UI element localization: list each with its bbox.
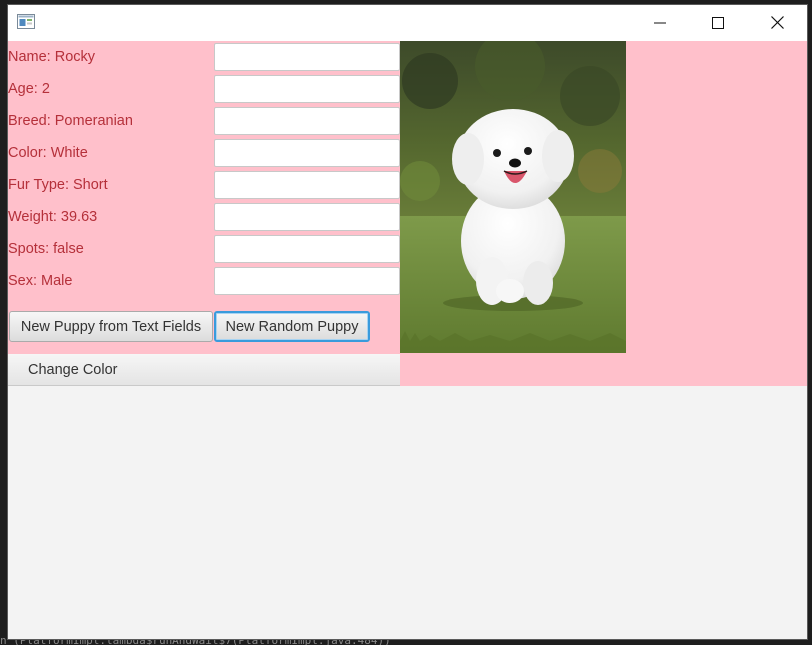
spots-label: Spots: false: [8, 241, 84, 257]
content-area: Name: Rocky Age: 2 Breed: Pomeranian Col…: [8, 41, 807, 639]
sex-label: Sex: Male: [8, 273, 73, 289]
field-row-age: Age: 2: [8, 73, 400, 105]
weight-input[interactable]: [214, 203, 400, 231]
color-input[interactable]: [214, 139, 400, 167]
puppy-photo: [400, 41, 626, 353]
change-color-button[interactable]: Change Color: [8, 354, 400, 386]
app-window-icon: [17, 14, 35, 29]
title-bar[interactable]: [8, 5, 807, 41]
change-color-label: Change Color: [28, 362, 118, 378]
breed-input[interactable]: [214, 107, 400, 135]
age-label: Age: 2: [8, 81, 50, 97]
field-row-sex: Sex: Male: [8, 265, 400, 297]
close-button[interactable]: [748, 5, 806, 41]
field-row-fur-type: Fur Type: Short: [8, 169, 400, 201]
maximize-button[interactable]: [689, 5, 747, 41]
weight-label: Weight: 39.63: [8, 209, 98, 225]
name-label: Name: Rocky: [8, 49, 96, 65]
new-random-puppy-button[interactable]: New Random Puppy: [214, 311, 370, 342]
breed-label: Breed: Pomeranian: [8, 113, 133, 129]
fur-type-input[interactable]: [214, 171, 400, 199]
minimize-button[interactable]: [631, 5, 689, 41]
new-puppy-from-fields-button[interactable]: New Puppy from Text Fields: [9, 311, 213, 342]
field-row-name: Name: Rocky: [8, 41, 400, 73]
sex-input[interactable]: [214, 267, 400, 295]
fur-type-label: Fur Type: Short: [8, 177, 108, 193]
field-row-spots: Spots: false: [8, 233, 400, 265]
color-label: Color: White: [8, 145, 88, 161]
close-icon: [770, 14, 784, 33]
field-row-color: Color: White: [8, 137, 400, 169]
spots-input[interactable]: [214, 235, 400, 263]
minimize-icon: [654, 14, 666, 33]
maximize-icon: [712, 14, 724, 33]
app-window: Name: Rocky Age: 2 Breed: Pomeranian Col…: [7, 4, 808, 640]
field-row-breed: Breed: Pomeranian: [8, 105, 400, 137]
name-input[interactable]: [214, 43, 400, 71]
age-input[interactable]: [214, 75, 400, 103]
field-row-weight: Weight: 39.63: [8, 201, 400, 233]
